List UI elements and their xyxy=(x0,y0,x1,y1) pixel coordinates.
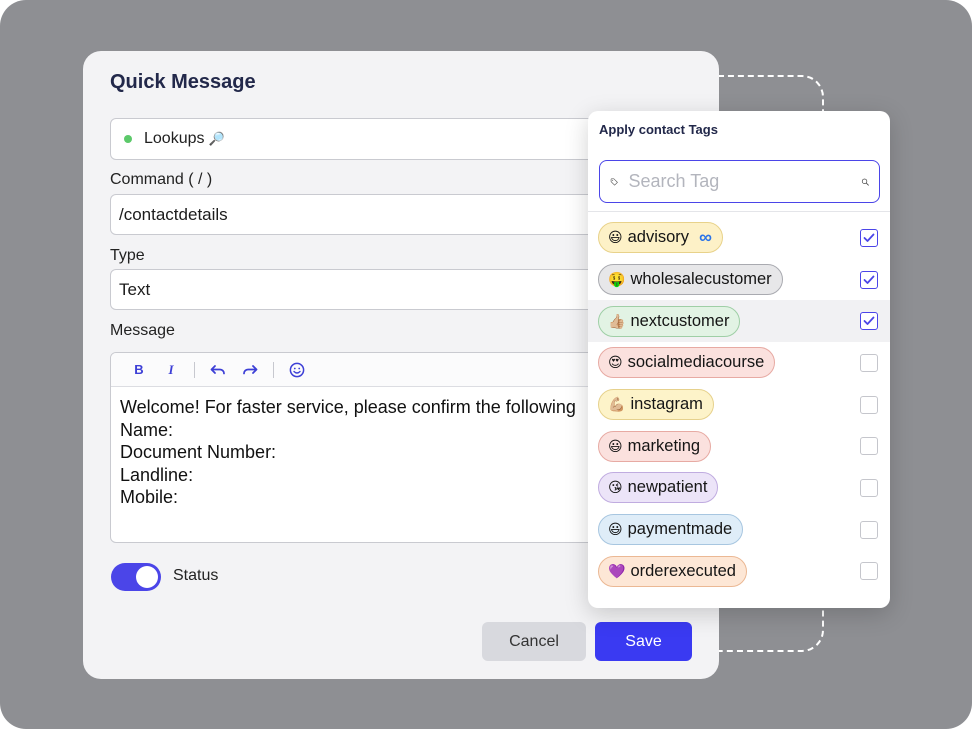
tag-label: socialmediacourse xyxy=(627,353,765,372)
tag-label: paymentmade xyxy=(627,520,733,539)
tag-row[interactable]: 👍🏼 nextcustomer xyxy=(588,300,890,343)
tag-row[interactable]: 💜 orderexecuted xyxy=(588,551,890,593)
tag-emoji-icon: 😃 xyxy=(608,229,623,246)
tag-row[interactable]: 😘 newpatient xyxy=(588,467,890,509)
popover-title: Apply contact Tags xyxy=(599,122,718,137)
tag-checkbox[interactable] xyxy=(860,395,878,414)
tag-pill[interactable]: 💪🏼 instagram xyxy=(598,389,714,421)
tag-search-box[interactable] xyxy=(599,160,880,203)
tag-label: instagram xyxy=(630,395,703,414)
check-icon xyxy=(863,316,875,326)
tag-pill[interactable]: 😘 newpatient xyxy=(598,472,719,504)
tag-emoji-icon: 😘 xyxy=(608,479,623,496)
tag-label: nextcustomer xyxy=(630,311,730,330)
search-icon[interactable] xyxy=(861,171,870,193)
tag-label: advisory xyxy=(627,228,690,247)
meta-icon: ∞ xyxy=(699,227,712,248)
status-toggle[interactable] xyxy=(111,563,161,591)
command-label: Command ( / ) xyxy=(110,171,213,188)
tag-list: 😃 advisory ∞ 🤑 wholesalecustomer 👍🏼 nextcustom… xyxy=(588,217,890,592)
tag-row[interactable]: 🤑 wholesalecustomer xyxy=(588,259,890,301)
tag-icon xyxy=(610,178,618,185)
save-button[interactable]: Save xyxy=(595,622,692,661)
undo-icon[interactable] xyxy=(202,357,234,383)
toolbar-divider xyxy=(273,361,274,378)
tag-row[interactable]: 💪🏼 instagram xyxy=(588,384,890,426)
tag-pill[interactable]: 💜 orderexecuted xyxy=(598,555,747,587)
tag-checkbox[interactable] xyxy=(860,437,878,456)
status-dot-icon xyxy=(124,135,132,143)
tag-emoji-icon: 👍🏼 xyxy=(608,312,626,329)
tag-row[interactable]: 😃 marketing xyxy=(588,425,890,467)
cancel-button[interactable]: Cancel xyxy=(482,622,586,661)
command-field[interactable]: /contactdetails xyxy=(110,194,670,235)
message-label: Message xyxy=(110,322,175,339)
popover-divider xyxy=(588,211,890,212)
tag-row[interactable]: 😃 paymentmade xyxy=(588,509,890,551)
type-select[interactable]: Text xyxy=(110,269,670,310)
tag-checkbox[interactable] xyxy=(860,353,878,372)
tag-checkbox[interactable] xyxy=(860,562,878,581)
tag-pill[interactable]: 👍🏼 nextcustomer xyxy=(598,305,741,337)
tag-row[interactable]: 😃 advisory ∞ xyxy=(588,217,890,259)
tag-emoji-icon: 💜 xyxy=(608,562,626,579)
tag-pill[interactable]: 😃 advisory ∞ xyxy=(598,222,723,254)
tag-emoji-icon: 💪🏼 xyxy=(608,396,626,413)
tag-emoji-icon: 🤑 xyxy=(608,271,626,288)
tag-label: wholesalecustomer xyxy=(630,270,772,289)
italic-icon[interactable]: I xyxy=(155,357,187,383)
tag-row[interactable]: 😍 socialmediacourse xyxy=(588,342,890,384)
message-body[interactable]: Welcome! For faster service, please conf… xyxy=(111,387,669,518)
tag-checkbox[interactable] xyxy=(860,228,878,247)
tag-label: orderexecuted xyxy=(630,561,736,580)
tag-pill[interactable]: 🤑 wholesalecustomer xyxy=(598,264,783,296)
tag-label: newpatient xyxy=(627,478,708,497)
bold-icon[interactable]: B xyxy=(123,357,155,383)
tag-emoji-icon: 😃 xyxy=(608,437,623,454)
message-editor[interactable]: B I Welcome! For faster service, please … xyxy=(110,352,670,543)
tag-pill[interactable]: 😃 paymentmade xyxy=(598,514,744,546)
tag-search-input[interactable] xyxy=(628,171,861,192)
card-title: Quick Message xyxy=(110,71,256,93)
tag-emoji-icon: 😍 xyxy=(608,354,623,371)
magnifier-icon: 🔎 xyxy=(208,131,225,146)
check-icon xyxy=(863,233,875,242)
type-label: Type xyxy=(110,247,145,264)
tag-label: marketing xyxy=(627,436,701,455)
tag-checkbox[interactable] xyxy=(860,520,878,539)
apply-tags-popover: Apply contact Tags 😃advisory∞🤑wholesalec… xyxy=(588,111,890,608)
lookups-field[interactable]: Lookups 🔎 xyxy=(110,118,670,160)
type-value: Text xyxy=(119,279,151,299)
tag-checkbox[interactable] xyxy=(860,270,878,289)
emoji-icon[interactable] xyxy=(281,357,313,383)
tag-checkbox[interactable] xyxy=(860,478,878,497)
tag-pill[interactable]: 😃 marketing xyxy=(598,430,712,462)
toggle-knob xyxy=(136,566,158,588)
tag-checkbox[interactable] xyxy=(860,312,878,331)
editor-toolbar: B I xyxy=(111,353,669,387)
tag-emoji-icon: 😃 xyxy=(608,521,623,538)
command-value: /contactdetails xyxy=(119,204,228,224)
redo-icon[interactable] xyxy=(234,357,266,383)
tag-pill[interactable]: 😍 socialmediacourse xyxy=(598,347,776,379)
status-label: Status xyxy=(173,567,219,584)
toolbar-divider xyxy=(194,361,195,378)
lookups-label: Lookups xyxy=(144,130,205,147)
check-icon xyxy=(863,275,875,284)
